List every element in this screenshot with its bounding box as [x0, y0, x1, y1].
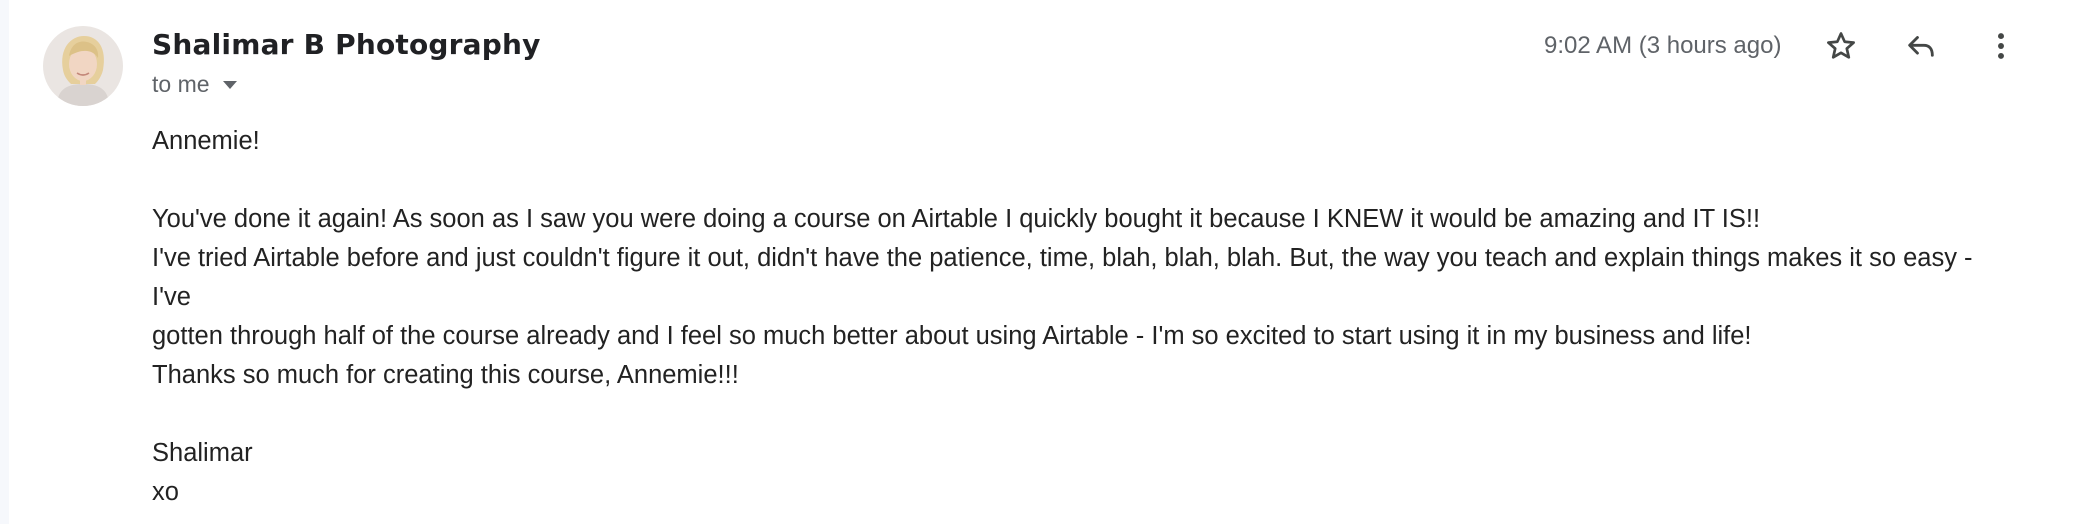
avatar-image [43, 26, 123, 106]
body-line: You've done it again! As soon as I saw y… [152, 205, 1761, 233]
reply-icon [1908, 36, 1934, 57]
sender-name[interactable]: Shalimar B Photography [152, 28, 541, 61]
body-line: I've [152, 283, 191, 311]
message-body: Annemie! You've done it again! As soon a… [152, 122, 2032, 512]
recipient-label: to me [152, 71, 210, 97]
body-line: I've tried Airtable before and just coul… [152, 244, 1973, 272]
message-timestamp: 9:02 AM (3 hours ago) [1544, 32, 1782, 59]
window-left-edge [0, 0, 9, 524]
body-signature-name: Shalimar [152, 439, 253, 467]
reply-button[interactable] [1897, 22, 1945, 70]
caret-down-icon [222, 80, 237, 89]
sender-avatar[interactable] [43, 26, 123, 106]
star-outline-icon [1827, 32, 1855, 59]
body-greeting: Annemie! [152, 127, 260, 155]
more-vertical-icon [1998, 33, 2004, 59]
more-options-button[interactable] [1977, 22, 2025, 70]
star-button[interactable] [1817, 22, 1865, 70]
body-line: Thanks so much for creating this course,… [152, 361, 739, 389]
recipient-dropdown[interactable]: to me [152, 71, 240, 98]
body-signoff: xo [152, 478, 179, 506]
body-line: gotten through half of the course alread… [152, 322, 1752, 350]
